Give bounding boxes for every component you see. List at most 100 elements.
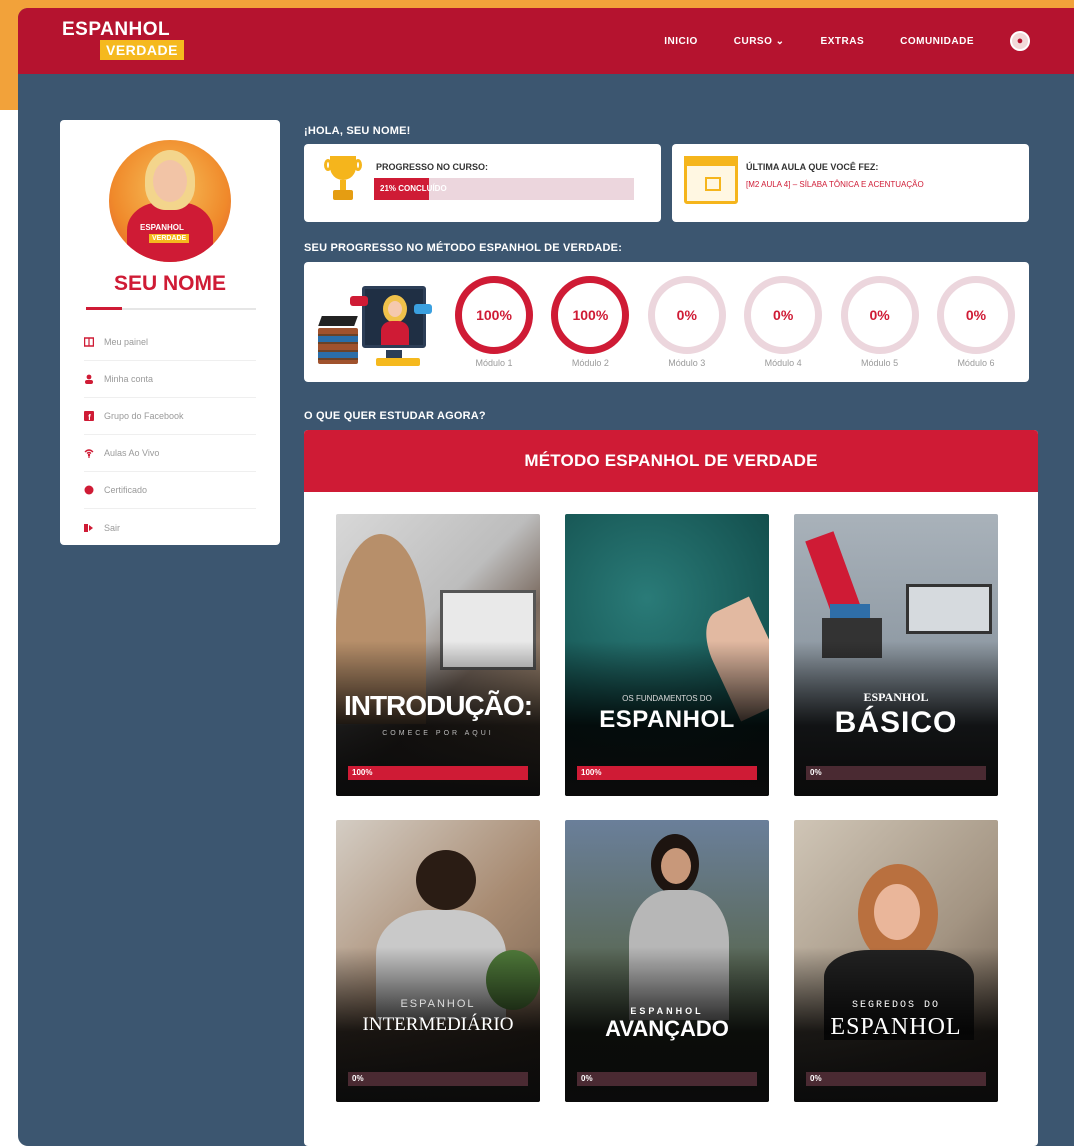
sidebar-item-label: Grupo do Facebook bbox=[104, 411, 184, 421]
nav-inicio[interactable]: INICIO bbox=[664, 36, 698, 47]
method-progress-title: SEU PROGRESSO NO MÉTODO ESPANHOL DE VERD… bbox=[304, 242, 623, 254]
nav-links: INICIO CURSO ⌄ EXTRAS COMUNIDADE ● bbox=[664, 8, 1030, 74]
module-label: Módulo 5 bbox=[861, 358, 899, 368]
courses-card: MÉTODO ESPANHOL DE VERDADE INTRODUÇÃO: C… bbox=[304, 430, 1038, 1146]
module-ring: 0% bbox=[840, 276, 919, 354]
logout-icon bbox=[84, 523, 94, 533]
course-title: BÁSICO bbox=[834, 706, 958, 739]
frame-accent-white bbox=[0, 110, 20, 1146]
avatar-badge-espanhol: ESPANHOL bbox=[137, 222, 187, 233]
courses-header: MÉTODO ESPANHOL DE VERDADE bbox=[304, 430, 1038, 492]
sidebar-item-label: Certificado bbox=[104, 485, 148, 495]
app-window: ESPANHOL VERDADE INICIO CURSO ⌄ EXTRAS C… bbox=[18, 8, 1074, 1146]
course-subtitle: ESPANHOL bbox=[400, 998, 476, 1010]
course-title: INTERMEDIÁRIO bbox=[362, 1014, 514, 1035]
module-label: Módulo 4 bbox=[764, 358, 802, 368]
module-percent: 0% bbox=[965, 307, 987, 323]
course-avancado[interactable]: ESPANHOL AVANÇADO 0% bbox=[565, 820, 769, 1102]
course-progress-text: 0% bbox=[810, 768, 822, 777]
module-ring: 0% bbox=[744, 276, 823, 354]
course-title: ESPANHOL bbox=[830, 1014, 962, 1040]
module-percent: 0% bbox=[676, 307, 697, 323]
logo-bottom-text: VERDADE bbox=[100, 40, 184, 60]
course-progress-text: 21% CONCLUÍDO bbox=[380, 184, 447, 193]
study-now-title: O QUE QUER ESTUDAR AGORA? bbox=[304, 410, 486, 422]
module-percent: 0% bbox=[773, 307, 794, 323]
module-ring: 100% bbox=[551, 276, 630, 354]
profile-name: SEU NOME bbox=[113, 272, 226, 295]
course-progress-bar: 100% bbox=[577, 766, 757, 780]
modules-row: 100% Módulo 1 100% Módulo 2 0% Módulo 3 bbox=[452, 276, 1018, 368]
certificate-icon bbox=[84, 485, 94, 495]
sidebar-item-grupo-facebook[interactable]: f Grupo do Facebook bbox=[84, 398, 256, 435]
sidebar-item-aulas-ao-vivo[interactable]: Aulas Ao Vivo bbox=[84, 435, 256, 472]
top-navbar: ESPANHOL VERDADE INICIO CURSO ⌄ EXTRAS C… bbox=[18, 8, 1074, 74]
student-illustration bbox=[314, 276, 436, 368]
nav-comunidade[interactable]: COMUNIDADE bbox=[900, 36, 974, 47]
course-progress-bar: 0% bbox=[577, 1072, 757, 1086]
course-title: ESPANHOL bbox=[599, 706, 735, 733]
module-5[interactable]: 0% Módulo 5 bbox=[838, 276, 922, 368]
course-progress-text: 0% bbox=[581, 1074, 593, 1083]
course-progress-text: 100% bbox=[352, 768, 373, 777]
module-4[interactable]: 0% Módulo 4 bbox=[741, 276, 825, 368]
brand-logo[interactable]: ESPANHOL VERDADE bbox=[62, 20, 222, 64]
last-lesson-card: ÚLTIMA AULA QUE VOCÊ FEZ: [M2 AULA 4] – … bbox=[672, 144, 1029, 222]
sidebar-item-certificado[interactable]: Certificado bbox=[84, 472, 256, 509]
course-fundamentos[interactable]: OS FUNDAMENTOS DO ESPANHOL 100% bbox=[565, 514, 769, 796]
module-2[interactable]: 100% Módulo 2 bbox=[548, 276, 632, 368]
sidebar-item-label: Meu painel bbox=[104, 337, 149, 347]
module-label: Módulo 3 bbox=[668, 358, 706, 368]
course-subtitle: OS FUNDAMENTOS DO bbox=[622, 694, 712, 703]
course-progress-bar: 0% bbox=[806, 1072, 986, 1086]
course-title: INTRODUÇÃO: bbox=[343, 690, 533, 721]
module-ring: 0% bbox=[647, 276, 726, 354]
sidebar-item-meu-painel[interactable]: Meu painel bbox=[84, 324, 256, 361]
course-intermediario[interactable]: ESPANHOL INTERMEDIÁRIO 0% bbox=[336, 820, 540, 1102]
course-introducao[interactable]: INTRODUÇÃO: COMECE POR AQUI 100% bbox=[336, 514, 540, 796]
sidebar-menu: Meu painel Minha conta f Grupo do Facebo… bbox=[84, 324, 256, 546]
course-segredos[interactable]: SEGREDOS DO ESPANHOL 0% bbox=[794, 820, 998, 1102]
module-label: Módulo 6 bbox=[957, 358, 995, 368]
dashboard-icon bbox=[84, 337, 94, 347]
last-lesson-label: ÚLTIMA AULA QUE VOCÊ FEZ: bbox=[746, 162, 879, 172]
course-progress-bar: 21% CONCLUÍDO bbox=[374, 178, 634, 200]
course-progress-bar: 0% bbox=[348, 1072, 528, 1086]
profile-divider bbox=[86, 307, 256, 310]
course-subtitle: ESPANHOL bbox=[863, 690, 929, 704]
sidebar-item-sair[interactable]: Sair bbox=[84, 509, 256, 546]
nav-extras[interactable]: EXTRAS bbox=[821, 36, 865, 47]
trophy-icon bbox=[324, 156, 362, 204]
module-ring: 0% bbox=[936, 276, 1015, 354]
course-basico[interactable]: ESPANHOL BÁSICO 0% bbox=[794, 514, 998, 796]
logo-top-text: ESPANHOL bbox=[62, 19, 171, 40]
sidebar-item-label: Aulas Ao Vivo bbox=[104, 448, 160, 458]
user-avatar-icon[interactable]: ● bbox=[1010, 31, 1030, 51]
module-label: Módulo 1 bbox=[475, 358, 513, 368]
course-progress-fill bbox=[577, 766, 757, 780]
course-progress-fill bbox=[348, 766, 528, 780]
calendar-icon bbox=[684, 156, 738, 204]
course-progress-bar: 0% bbox=[806, 766, 986, 780]
module-3[interactable]: 0% Módulo 3 bbox=[645, 276, 729, 368]
last-lesson-link[interactable]: [M2 AULA 4] – SÍLABA TÔNICA E ACENTUAÇÃO bbox=[746, 180, 924, 189]
modules-progress-card: 100% Módulo 1 100% Módulo 2 0% Módulo 3 bbox=[304, 262, 1029, 382]
course-progress-bar: 100% bbox=[348, 766, 528, 780]
nav-curso[interactable]: CURSO ⌄ bbox=[734, 36, 785, 47]
svg-text:f: f bbox=[88, 413, 91, 421]
greeting-title: ¡HOLA, SEU NOME! bbox=[304, 125, 411, 137]
module-percent: 100% bbox=[572, 307, 609, 323]
course-subtitle: COMECE POR AQUI bbox=[382, 730, 494, 737]
module-6[interactable]: 0% Módulo 6 bbox=[934, 276, 1018, 368]
course-progress-text: 0% bbox=[810, 1074, 822, 1083]
sidebar-item-label: Minha conta bbox=[104, 374, 154, 384]
module-label: Módulo 2 bbox=[571, 358, 609, 368]
course-progress-text: 100% bbox=[581, 768, 602, 777]
user-icon bbox=[84, 374, 94, 384]
module-1[interactable]: 100% Módulo 1 bbox=[452, 276, 536, 368]
module-ring: 100% bbox=[455, 276, 533, 354]
facebook-icon: f bbox=[84, 411, 94, 421]
sidebar-item-minha-conta[interactable]: Minha conta bbox=[84, 361, 256, 398]
course-subtitle: SEGREDOS DO bbox=[851, 1000, 940, 1011]
avatar-badge-verdade: VERDADE bbox=[149, 234, 190, 243]
